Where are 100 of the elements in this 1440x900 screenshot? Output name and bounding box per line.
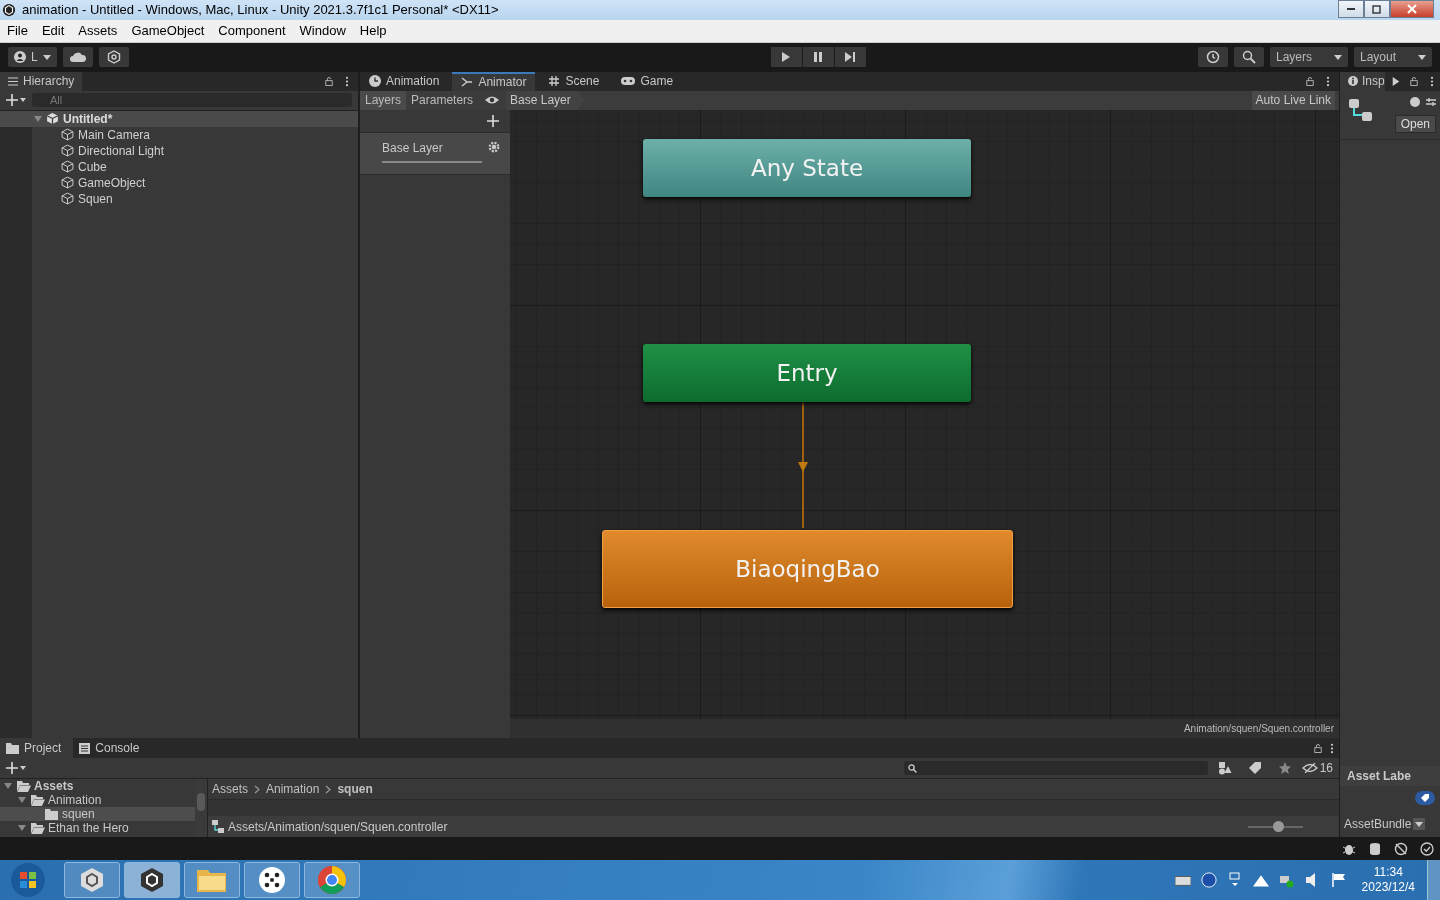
start-button[interactable] [10, 862, 46, 898]
folder-item[interactable]: squen [0, 807, 195, 822]
more-icon[interactable] [343, 75, 351, 87]
folder-icon [31, 822, 45, 834]
clock-icon [369, 75, 381, 88]
check-icon[interactable] [1420, 841, 1434, 856]
inspector-tab[interactable]: Insp [1340, 71, 1385, 91]
sub-tab[interactable]: Parameters [406, 90, 479, 110]
search-field[interactable] [903, 761, 1208, 776]
cloud-icon [69, 52, 86, 63]
controller-icon [1348, 96, 1374, 123]
menu-item[interactable]: Component [211, 23, 293, 39]
controller-icon [212, 820, 225, 834]
maximize-button[interactable] [1364, 0, 1390, 18]
search-field[interactable]: All [32, 93, 352, 108]
object-name: Cube [78, 159, 107, 174]
add-icon[interactable] [487, 114, 499, 127]
lock-icon[interactable] [325, 75, 333, 87]
search-icon [907, 763, 917, 773]
taskbar-app-button[interactable] [124, 862, 180, 898]
cube-icon [61, 160, 74, 174]
taskbar-app-button[interactable] [244, 862, 300, 898]
history-button[interactable] [1198, 47, 1228, 68]
breadcrumb-item[interactable]: squen [337, 782, 373, 797]
lock-icon[interactable] [1306, 75, 1314, 87]
cube-icon [61, 176, 74, 190]
expand-arrow-icon[interactable] [4, 782, 12, 791]
unity-cube-icon [2, 3, 16, 17]
play-button[interactable] [770, 47, 802, 68]
menu-item[interactable]: Assets [71, 23, 125, 39]
window-title: animation - Untitled - Windows, Mac, Linux - Unity 2021.3.7f1c1 Personal* <DX11> [22, 2, 499, 18]
grid-icon [548, 75, 561, 88]
list-icon [8, 76, 18, 86]
step-button[interactable] [834, 47, 866, 68]
menu-item[interactable]: GameObject [124, 23, 212, 39]
database-icon[interactable] [1368, 841, 1382, 856]
eye-icon[interactable] [484, 95, 501, 106]
layers-dropdown[interactable]: Layers [1270, 47, 1348, 68]
menu-item[interactable]: Window [292, 23, 353, 39]
sliders-icon[interactable] [1426, 96, 1436, 107]
scroll-bar[interactable] [197, 793, 205, 812]
editor-tab[interactable]: Scene [539, 71, 609, 91]
close-button[interactable] [1390, 0, 1434, 18]
editor-tab[interactable]: Game [612, 71, 683, 91]
dots-icon [258, 866, 286, 894]
collab-button[interactable] [98, 47, 129, 68]
hierarchy-item[interactable]: Directional Light [0, 142, 358, 159]
account-dropdown[interactable]: L [8, 47, 57, 68]
flag-icon[interactable] [1330, 872, 1347, 888]
folder-name: Ethan the Hero [48, 821, 129, 836]
lock-icon[interactable] [1314, 742, 1322, 754]
expand-arrow-icon[interactable] [18, 796, 26, 805]
pause-button[interactable] [802, 47, 834, 68]
hierarchy-item[interactable]: Cube [0, 158, 358, 175]
breadcrumb[interactable]: Base Layer [506, 90, 585, 110]
caret-icon[interactable] [1391, 75, 1400, 87]
hidden-eye-icon [1301, 763, 1318, 774]
expand-arrow-icon[interactable] [34, 114, 42, 123]
graph-icon [461, 76, 474, 89]
clock[interactable]: 11:34 2023/12/4 [1361, 865, 1415, 895]
add-icon[interactable] [6, 762, 26, 775]
hidden-packages-toggle[interactable]: 16 [1301, 761, 1333, 776]
asset-bundle-label: AssetBundle [1344, 816, 1412, 831]
icon-size-slider[interactable] [1248, 820, 1303, 833]
cloud-button[interactable] [62, 47, 93, 68]
hierarchy-tab[interactable]: Hierarchy [0, 71, 83, 91]
settings-icon[interactable] [488, 140, 500, 153]
hierarchy-item[interactable]: Squen [0, 190, 358, 207]
object-name: GameObject [78, 175, 146, 190]
tag-icon[interactable] [1415, 791, 1435, 806]
menu-item[interactable]: File [0, 23, 35, 39]
lock-icon[interactable] [1409, 75, 1418, 87]
breadcrumb-item[interactable]: Assets [212, 782, 248, 797]
object-name: Directional Light [78, 143, 165, 158]
menu-item[interactable]: Help [352, 23, 394, 39]
editor-tab[interactable]: Animation [360, 71, 449, 91]
state-node[interactable]: Entry [643, 343, 971, 402]
close-icon [1407, 4, 1417, 14]
folder-item[interactable]: Assets [0, 779, 195, 794]
minimize-button[interactable] [1338, 0, 1364, 18]
breadcrumb-item[interactable]: Animation [266, 782, 320, 797]
open-button[interactable]: Open [1394, 114, 1436, 133]
object-name: Squen [78, 191, 113, 206]
folder-item[interactable]: Animation [0, 793, 195, 808]
folder-item[interactable]: Ethan the Hero [0, 821, 195, 836]
windows-icon[interactable] [1226, 872, 1243, 888]
panel-tab[interactable]: Project [0, 738, 74, 759]
layer-item[interactable]: Base Layer [360, 132, 510, 175]
hierarchy-item[interactable]: Main Camera [0, 126, 358, 143]
hierarchy-item[interactable]: GameObject [0, 174, 358, 191]
more-icon[interactable] [1328, 742, 1336, 754]
menu-item[interactable]: Edit [34, 23, 72, 39]
search-button[interactable] [1234, 47, 1264, 68]
dropdown-icon[interactable] [1413, 817, 1426, 830]
more-icon[interactable] [1324, 75, 1332, 87]
layout-dropdown[interactable]: Layout [1354, 47, 1432, 68]
panel-tab[interactable]: Console [73, 738, 152, 759]
add-icon[interactable] [6, 94, 26, 107]
expand-arrow-icon[interactable] [18, 824, 26, 833]
date: 2023/12/4 [1361, 880, 1415, 895]
